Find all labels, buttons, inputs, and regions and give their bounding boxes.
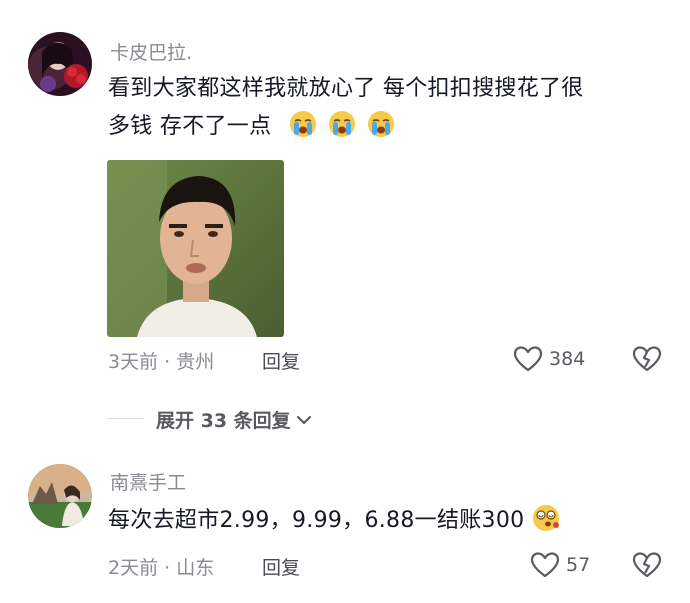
crying-face-icon <box>329 111 355 137</box>
comment-image[interactable] <box>107 160 284 337</box>
like-count: 384 <box>549 348 586 370</box>
comment-username[interactable]: 卡皮巴拉. <box>110 38 192 65</box>
comment-text-line: 多钱 存不了一点 <box>108 114 272 139</box>
expand-replies-label: 展开 33 条回复 <box>156 410 291 432</box>
heart-icon <box>513 346 543 372</box>
avatar[interactable] <box>28 464 92 528</box>
expand-replies-button[interactable]: 展开 33 条回复 <box>156 406 313 433</box>
heart-icon <box>530 552 560 578</box>
broken-heart-icon <box>632 552 662 578</box>
like-count: 57 <box>566 554 591 576</box>
comment-meta: 3天前 · 贵州 <box>108 351 215 373</box>
comment-text: 看到大家都这样我就放心了 每个扣扣搜搜花了很 多钱 存不了一点 <box>108 70 668 146</box>
crying-face-icon <box>289 111 316 137</box>
crying-face-icon <box>368 111 395 137</box>
reply-button[interactable]: 回复 <box>262 347 300 374</box>
like-button[interactable]: 384 <box>513 345 585 373</box>
comment-username[interactable]: 南熹手工 <box>110 468 186 495</box>
comment-text-line: 每次去超市2.99，9.99，6.88一结账300 <box>108 508 525 533</box>
divider <box>108 418 144 419</box>
broken-heart-icon <box>632 346 662 372</box>
reply-button[interactable]: 回复 <box>262 553 300 580</box>
chevron-down-icon <box>296 415 311 424</box>
dizzy-face-icon <box>532 505 559 531</box>
avatar[interactable] <box>28 32 92 96</box>
dislike-button[interactable] <box>632 551 662 583</box>
like-button[interactable]: 57 <box>530 551 590 579</box>
comment-meta: 2天前 · 山东 <box>108 557 215 579</box>
comment-text: 每次去超市2.99，9.99，6.88一结账300 <box>108 502 560 540</box>
comment-text-line-2: 多钱 存不了一点 <box>108 108 668 146</box>
dislike-button[interactable] <box>632 345 662 377</box>
comment-text-line: 看到大家都这样我就放心了 每个扣扣搜搜花了很 <box>108 76 584 101</box>
